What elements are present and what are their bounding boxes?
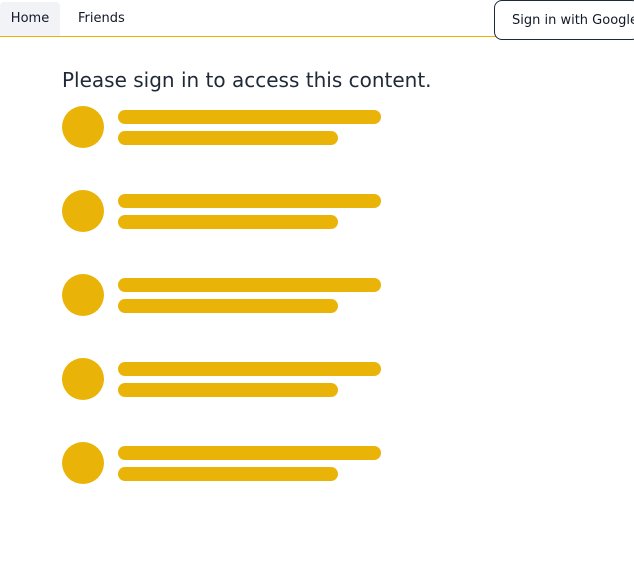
sign-in-with-google-button[interactable]: Sign in with Google	[494, 0, 634, 40]
nav-tab-friends[interactable]: Friends	[66, 2, 137, 36]
placeholder-avatar	[62, 442, 104, 484]
placeholder-row	[62, 358, 382, 401]
placeholder-line-primary	[118, 278, 381, 292]
placeholder-avatar	[62, 106, 104, 148]
placeholder-avatar	[62, 190, 104, 232]
placeholder-row	[62, 106, 382, 149]
placeholder-line-primary	[118, 446, 381, 460]
placeholder-line-secondary	[118, 131, 338, 145]
placeholder-line-secondary	[118, 383, 338, 397]
placeholder-line-secondary	[118, 215, 338, 229]
placeholder-line-secondary	[118, 299, 338, 313]
placeholder-line-primary	[118, 194, 381, 208]
placeholder-row	[62, 274, 382, 317]
placeholder-row	[62, 190, 382, 233]
loading-placeholder-list	[62, 106, 382, 526]
sign-in-message: Please sign in to access this content.	[62, 68, 432, 92]
placeholder-line-secondary	[118, 467, 338, 481]
nav-tab-home[interactable]: Home	[0, 2, 60, 36]
placeholder-avatar	[62, 274, 104, 316]
placeholder-row	[62, 442, 382, 485]
placeholder-line-primary	[118, 110, 381, 124]
placeholder-line-primary	[118, 362, 381, 376]
placeholder-avatar	[62, 358, 104, 400]
